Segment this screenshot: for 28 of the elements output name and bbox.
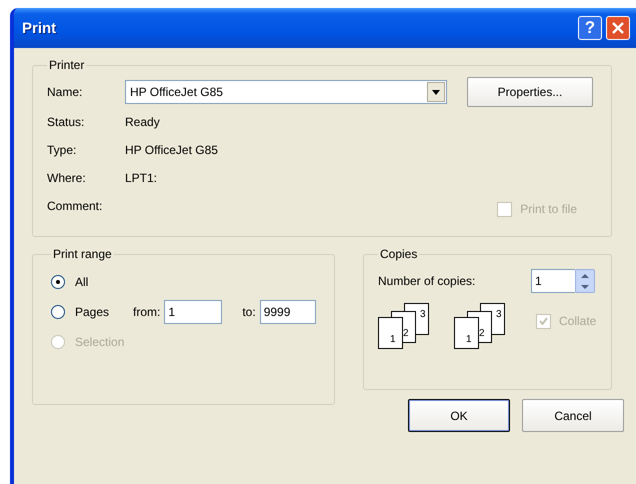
- group-title: Printer: [48, 58, 86, 72]
- copies-field[interactable]: 1: [531, 269, 575, 293]
- group-title: Copies: [379, 247, 418, 261]
- from-field[interactable]: 1: [164, 300, 222, 324]
- properties-button[interactable]: Properties...: [467, 77, 593, 107]
- info-value: LPT1:: [125, 171, 158, 185]
- checkbox-label: Collate: [559, 314, 596, 328]
- field-label: to:: [242, 305, 256, 319]
- info-label: Comment:: [47, 199, 104, 213]
- group-title: Print range: [52, 247, 113, 261]
- window-title: Print: [22, 20, 58, 36]
- to-field[interactable]: 9999: [260, 300, 316, 324]
- dialog-button[interactable]: Cancel: [522, 399, 624, 432]
- info-label: Status:: [47, 115, 86, 129]
- help-button[interactable]: ?: [578, 16, 602, 40]
- info-value: Ready: [125, 115, 160, 129]
- field-label: Name:: [47, 85, 84, 99]
- printer-dropdown[interactable]: HP OfficeJet G85: [125, 80, 447, 104]
- dialog-button[interactable]: OK: [408, 399, 510, 432]
- option-label: Selection: [75, 335, 124, 349]
- info-value: HP OfficeJet G85: [125, 143, 218, 157]
- info-label: Type:: [47, 143, 78, 157]
- checkbox-label: Print to file: [520, 202, 577, 216]
- info-label: Where:: [47, 171, 87, 185]
- field-label: Number of copies:: [378, 274, 476, 288]
- option-label: Pages: [75, 305, 110, 319]
- option-label: All: [75, 275, 90, 289]
- field-label: from:: [133, 305, 160, 319]
